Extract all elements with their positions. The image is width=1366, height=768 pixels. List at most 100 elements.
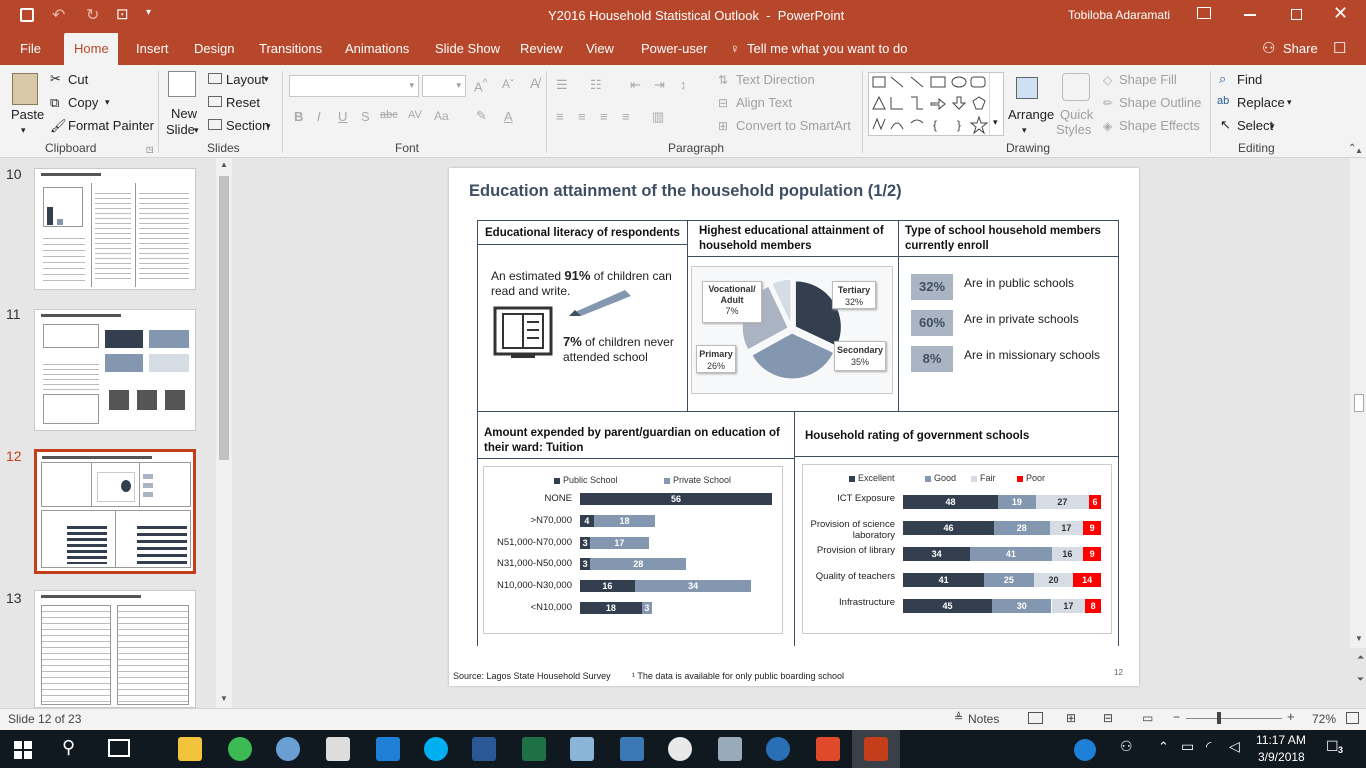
volume-icon[interactable]: ◁ [1229, 738, 1240, 755]
bold-icon[interactable]: B [294, 109, 303, 124]
restore-button[interactable] [1291, 9, 1302, 20]
chrome-icon[interactable] [228, 737, 252, 761]
tab-design[interactable]: Design [194, 33, 234, 65]
shapes-gallery[interactable]: {} ▾ [868, 72, 1004, 136]
zoom-out-button[interactable]: − [1173, 710, 1180, 724]
section-button[interactable]: Section [226, 118, 269, 133]
snipping-icon[interactable] [816, 737, 840, 761]
select-button[interactable]: Select [1237, 118, 1273, 133]
align-center-icon[interactable]: ≡ [578, 109, 586, 124]
justify-icon[interactable]: ≡ [622, 109, 630, 124]
zoom-level[interactable]: 72% [1312, 712, 1336, 726]
slide-thumbnail-10[interactable] [34, 168, 196, 290]
shrink-font-icon[interactable]: Aˇ [502, 77, 514, 91]
ribbon-display-icon[interactable] [1197, 7, 1211, 19]
align-text-button[interactable]: Align Text [736, 95, 792, 110]
format-painter-button[interactable]: Format Painter [68, 118, 154, 133]
share-button[interactable]: Share [1283, 33, 1318, 65]
python-icon[interactable] [620, 737, 644, 761]
grow-font-icon[interactable]: A^ [474, 77, 488, 94]
numbering-icon[interactable]: ☷ [590, 77, 602, 93]
change-case-icon[interactable]: Aa [434, 109, 449, 123]
monitor-app-icon[interactable] [718, 737, 742, 761]
arrange-button[interactable]: Arrange [1008, 107, 1054, 122]
italic-icon[interactable]: I [317, 109, 321, 124]
tab-slide-show[interactable]: Slide Show [435, 33, 500, 65]
tab-file[interactable]: File [20, 33, 41, 65]
help-icon[interactable] [1074, 739, 1096, 761]
convert-smartart-button[interactable]: Convert to SmartArt [736, 118, 851, 133]
char-spacing-icon[interactable]: AV [408, 109, 422, 121]
wifi-icon[interactable]: ◜ [1206, 738, 1211, 755]
zoom-slider[interactable] [1186, 718, 1282, 719]
zoom-slider-thumb[interactable] [1217, 712, 1221, 724]
new-slide-icon[interactable] [168, 71, 196, 97]
fit-to-window-icon[interactable] [1346, 712, 1359, 724]
clock-date[interactable]: 3/9/2018 [1258, 750, 1305, 764]
increase-indent-icon[interactable]: ⇥ [654, 77, 665, 93]
shape-fill-button[interactable]: Shape Fill [1119, 72, 1177, 87]
save-icon[interactable] [20, 8, 34, 22]
highlight-icon[interactable]: ✎ [476, 108, 487, 124]
word-icon[interactable] [472, 737, 496, 761]
present-from-start-icon[interactable]: ⊡ [116, 5, 129, 23]
shadow-icon[interactable]: S [361, 109, 370, 124]
app-icon[interactable] [276, 737, 300, 761]
dialog-launcher-icon[interactable]: ◳ [146, 145, 154, 154]
clear-format-icon[interactable]: A̸ [530, 75, 539, 91]
undo-icon[interactable]: ↶ [52, 5, 65, 25]
tab-power-user[interactable]: Power-user [641, 33, 707, 65]
windows-start-icon[interactable] [14, 741, 32, 759]
layout-button[interactable]: Layout [226, 72, 265, 87]
task-view-icon[interactable] [108, 739, 130, 757]
excel-icon[interactable] [522, 737, 546, 761]
zoom-in-button[interactable]: + [1287, 709, 1295, 724]
font-color-icon[interactable]: A [504, 109, 513, 124]
canvas-scrollbar[interactable]: ▲ ▼ [1350, 146, 1366, 648]
tab-home[interactable]: Home [64, 33, 118, 65]
replace-button[interactable]: Replace [1237, 95, 1285, 110]
find-button[interactable]: Find [1237, 72, 1262, 87]
underline-icon[interactable]: U [338, 109, 347, 124]
next-slide-icon[interactable]: ⏷ [1357, 674, 1364, 685]
skype-icon[interactable] [424, 737, 448, 761]
thumbnail-scrollbar[interactable]: ▲ ▼ [216, 158, 232, 708]
shapes-more-button[interactable]: ▾ [989, 73, 1004, 135]
normal-view-icon[interactable] [1028, 712, 1043, 724]
reset-button[interactable]: Reset [226, 95, 260, 110]
slide-thumbnail-11[interactable] [34, 309, 196, 431]
people-icon[interactable]: ⚇ [1120, 738, 1133, 755]
font-name-box[interactable]: ▾ [289, 75, 419, 97]
slide-thumbnail-13[interactable] [34, 590, 196, 708]
calculator-icon[interactable] [326, 737, 350, 761]
edge-icon[interactable] [376, 737, 400, 761]
line-spacing-icon[interactable]: ↕ [680, 77, 687, 92]
bullets-icon[interactable]: ☰ [556, 77, 568, 93]
columns-icon[interactable]: ▥ [652, 109, 664, 125]
tab-animations[interactable]: Animations [345, 33, 409, 65]
strikethrough-icon[interactable]: abc [380, 109, 398, 121]
tab-insert[interactable]: Insert [136, 33, 169, 65]
battery-icon[interactable]: ▭ [1181, 738, 1194, 755]
quick-styles-button[interactable]: Quick [1060, 107, 1093, 122]
slide-sorter-icon[interactable]: ⊞ [1066, 711, 1076, 725]
action-center-icon[interactable]: ☐ [1326, 738, 1339, 755]
network-app-icon[interactable] [570, 737, 594, 761]
user-name[interactable]: Tobiloba Adaramati [1068, 8, 1170, 22]
font-size-box[interactable]: ▾ [422, 75, 466, 97]
reading-view-icon[interactable]: ⊟ [1103, 711, 1113, 725]
redo-icon[interactable]: ↻ [86, 5, 99, 25]
decrease-indent-icon[interactable]: ⇤ [630, 77, 641, 93]
copy-button[interactable]: Copy [68, 95, 98, 110]
current-slide[interactable]: Education attainment of the household po… [449, 168, 1139, 686]
slideshow-view-icon[interactable]: ▭ [1142, 711, 1153, 725]
clock-time[interactable]: 11:17 AM [1256, 733, 1306, 747]
itunes-icon[interactable] [668, 737, 692, 761]
tab-view[interactable]: View [586, 33, 614, 65]
shape-outline-button[interactable]: Shape Outline [1119, 95, 1201, 110]
file-explorer-icon[interactable] [178, 737, 202, 761]
notes-button[interactable]: Notes [968, 712, 999, 726]
comments-icon[interactable]: ☐ [1333, 33, 1346, 65]
search-icon[interactable]: ⚲ [62, 737, 75, 758]
align-right-icon[interactable]: ≡ [600, 109, 608, 124]
